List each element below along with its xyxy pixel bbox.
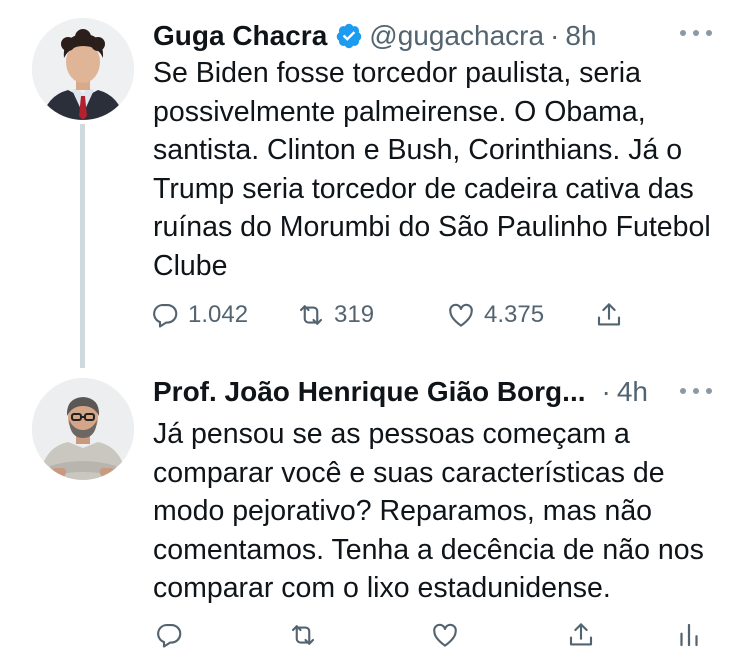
analytics-button[interactable] (674, 615, 704, 655)
author-handle[interactable]: @gugachacra (369, 20, 544, 52)
tweet-actions (150, 615, 710, 655)
retweet-icon (299, 305, 323, 325)
like-button[interactable] (430, 615, 460, 655)
tweet-text: Já pensou se as pessoas começam a compar… (153, 418, 704, 604)
retweet-button[interactable]: 319 (296, 295, 374, 335)
separator-dot: · (601, 376, 611, 407)
reply-icon (157, 623, 182, 648)
separator-dot: · (550, 20, 560, 51)
tweet-reply[interactable]: Prof. João Henrique Gião Borg... · 4h Já… (0, 370, 750, 670)
reply-button[interactable] (154, 615, 184, 655)
reply-button[interactable]: 1.042 (150, 295, 248, 335)
tweet-guga-chacra[interactable]: Guga Chacra @gugachacra · 8h Se Biden fo… (0, 0, 750, 370)
avatar-guga-chacra[interactable] (32, 18, 134, 120)
tweet-timestamp[interactable]: 8h (565, 20, 596, 52)
share-button[interactable] (594, 295, 624, 335)
share-button[interactable] (566, 615, 596, 655)
tweet-actions: 1.042 319 4.375 (150, 295, 650, 335)
analytics-icon (680, 623, 698, 647)
like-count: 4.375 (484, 301, 545, 328)
thread-connector-line (80, 124, 85, 368)
reply-icon (153, 303, 178, 328)
tweet-text: Se Biden fosse torcedor paulista, seria … (153, 57, 711, 282)
tweet-header: Guga Chacra @gugachacra · 8h (153, 16, 597, 56)
share-icon (597, 303, 621, 326)
avatar-portrait-image (32, 378, 134, 480)
more-horizontal-icon[interactable] (676, 376, 716, 406)
retweet-icon (291, 625, 315, 645)
heart-icon (449, 303, 473, 327)
avatar-portrait-image (32, 18, 134, 120)
retweet-button[interactable] (288, 615, 318, 655)
like-button[interactable]: 4.375 (446, 295, 544, 335)
tweet-timestamp[interactable]: 4h (617, 376, 648, 408)
reply-count: 1.042 (188, 301, 249, 328)
author-name[interactable]: Guga Chacra (153, 20, 327, 52)
more-horizontal-icon[interactable] (676, 18, 716, 48)
share-icon (569, 623, 593, 646)
author-name[interactable]: Prof. João Henrique Gião Borg... (153, 376, 586, 408)
tweet-header: Prof. João Henrique Gião Borg... · 4h (153, 372, 648, 412)
verified-badge-icon (335, 22, 363, 50)
heart-icon (433, 623, 457, 647)
avatar-joao-henrique[interactable] (32, 378, 134, 480)
retweet-count: 319 (334, 301, 375, 328)
